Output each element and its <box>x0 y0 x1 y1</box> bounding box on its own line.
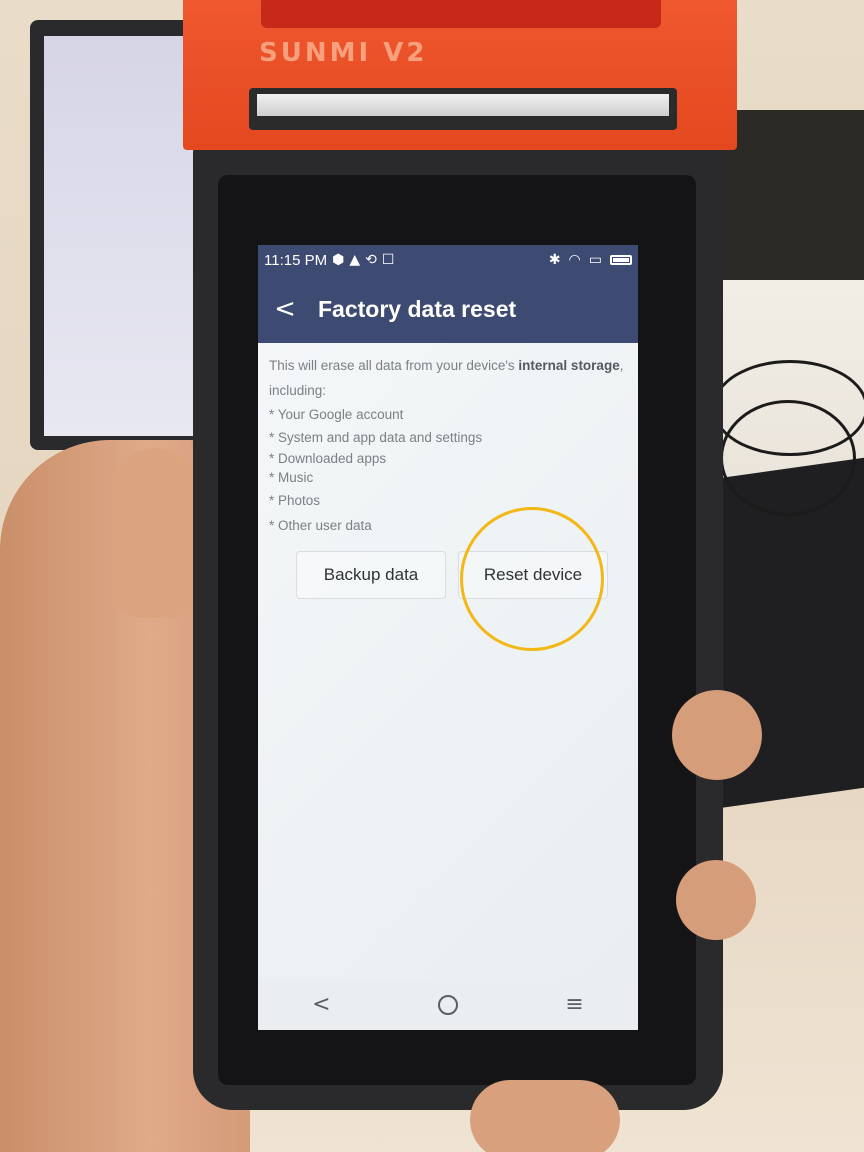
intro-prefix: This will erase all data from your devic… <box>269 358 519 373</box>
finger <box>672 690 762 780</box>
list-item: * Your Google account <box>269 407 404 422</box>
printer-label-strip <box>261 0 661 28</box>
circle-icon <box>437 994 458 1015</box>
page-title: Factory data reset <box>318 295 517 322</box>
intro-bold: internal storage <box>518 358 620 373</box>
menu-icon: ≡ <box>565 992 584 1017</box>
finger <box>470 1080 620 1152</box>
navigation-bar: < ≡ <box>258 979 638 1030</box>
device-brand-label: SUNMI V2 <box>259 38 428 68</box>
status-bar: 11:15 PM ⬢ ▲ ⟲ ☐ ✱ ◠ ▭ <box>258 245 638 275</box>
intro-text: This will erase all data from your devic… <box>269 353 628 378</box>
sync-icon: ⟲ <box>365 252 377 268</box>
wifi-icon: ◠ <box>568 252 581 268</box>
nav-back-button[interactable]: < <box>291 992 351 1017</box>
erase-list: * Your Google account * System and app d… <box>269 403 628 537</box>
sim-icon: ▭ <box>588 252 602 268</box>
intro-suffix: , <box>619 358 624 373</box>
thumb <box>112 448 198 618</box>
status-time: 11:15 PM <box>264 251 328 269</box>
monitor-icon: ☐ <box>381 252 395 268</box>
list-item: * Downloaded apps <box>269 451 387 466</box>
reset-content: This will erase all data from your devic… <box>258 343 638 979</box>
list-item: * Other user data <box>269 518 372 533</box>
app-bar: < Factory data reset <box>258 275 638 343</box>
nav-home-button[interactable] <box>418 994 478 1015</box>
device-printer-top: SUNMI V2 <box>183 0 737 150</box>
paper-roll-edge <box>257 94 669 116</box>
list-item: * Music <box>269 470 314 485</box>
warning-icon: ▲ <box>349 252 361 268</box>
backup-data-button[interactable]: Backup data <box>296 551 446 599</box>
finger <box>676 860 756 940</box>
back-button[interactable]: < <box>262 285 308 333</box>
device-screen: 11:15 PM ⬢ ▲ ⟲ ☐ ✱ ◠ ▭ < Factory data re… <box>258 245 638 1030</box>
chevron-left-icon: < <box>312 992 331 1017</box>
including-label: including: <box>269 383 327 398</box>
bluetooth-icon: ✱ <box>548 252 561 268</box>
status-left: 11:15 PM ⬢ ▲ ⟲ ☐ <box>264 252 394 269</box>
list-item: * System and app data and settings <box>269 430 483 445</box>
status-right: ✱ ◠ ▭ <box>549 253 632 267</box>
background-monitor-screen <box>44 36 202 436</box>
shield-icon: ⬢ <box>332 252 345 268</box>
list-item: * Photos <box>269 493 321 508</box>
nav-menu-button[interactable]: ≡ <box>545 992 605 1017</box>
background-cable <box>720 400 856 516</box>
action-buttons: Backup data Reset device <box>296 551 608 599</box>
chevron-left-icon: < <box>274 294 296 324</box>
paper-slot <box>249 88 677 130</box>
reset-device-button[interactable]: Reset device <box>458 551 608 599</box>
battery-icon <box>610 255 632 265</box>
